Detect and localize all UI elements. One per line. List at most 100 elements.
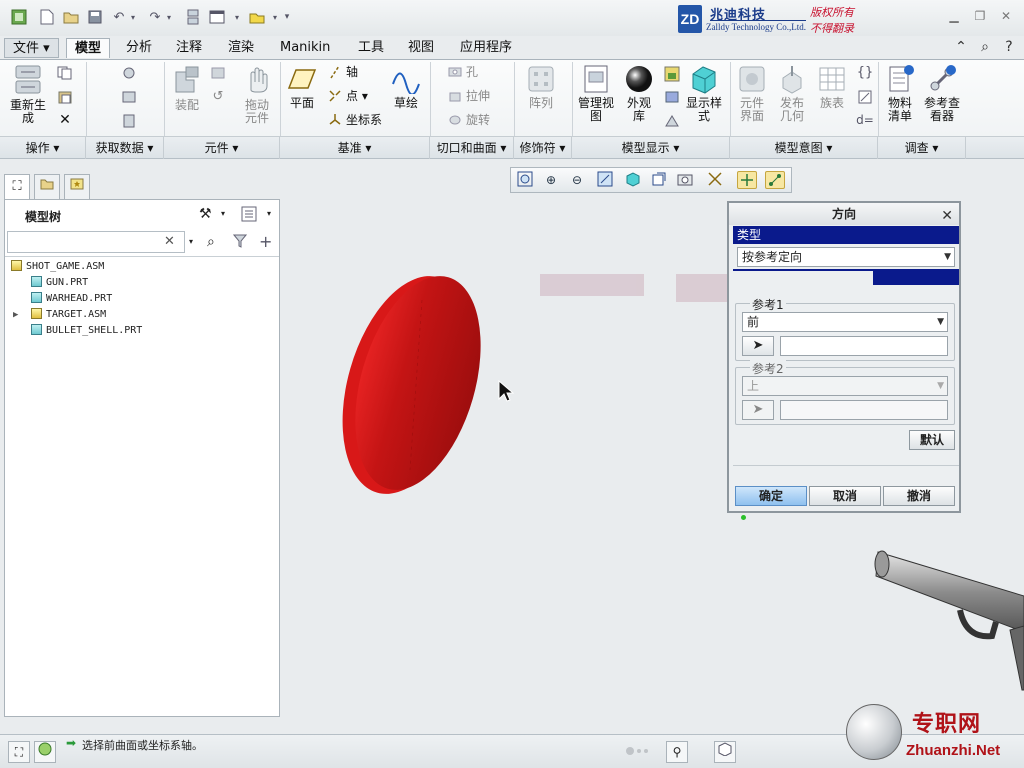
tree-item-target-asm[interactable]: TARGET.ASM: [31, 308, 106, 322]
bill-of-materials-button[interactable]: 物料清单: [882, 64, 918, 123]
type-select[interactable]: 按参考定向 ▼: [737, 247, 955, 267]
zoom-in-icon[interactable]: ⊕: [541, 171, 561, 189]
tab-tools[interactable]: 工具: [350, 38, 392, 58]
collapse-ribbon-icon[interactable]: ⌃: [952, 38, 970, 56]
datum-display-icon[interactable]: [705, 171, 725, 189]
help-icon[interactable]: ?: [1000, 38, 1018, 56]
repaint-icon[interactable]: [595, 171, 615, 189]
tab-applications[interactable]: 应用程序: [452, 38, 520, 58]
manage-views-button[interactable]: 管理视图: [576, 64, 616, 123]
windows-icon[interactable]: [208, 8, 226, 26]
section-icon[interactable]: [662, 90, 682, 107]
create-component-icon[interactable]: [208, 66, 228, 83]
view-manager-icon[interactable]: [675, 171, 695, 189]
group-get-data[interactable]: 获取数据 ▾: [86, 137, 164, 159]
tree-show-dropdown-icon[interactable]: ▾: [267, 209, 271, 218]
tab-manikin[interactable]: Manikin: [272, 38, 338, 58]
spin-center-icon[interactable]: [737, 171, 757, 189]
reference2-pick-button[interactable]: ➤: [742, 400, 774, 420]
filter-icon[interactable]: [232, 234, 248, 251]
tree-item-warhead-prt[interactable]: WARHEAD.PRT: [31, 292, 112, 306]
orient-icon[interactable]: [662, 114, 682, 131]
copy-geometry-icon[interactable]: [118, 90, 140, 107]
folder-browser-tab-icon[interactable]: [34, 174, 60, 200]
switch-dimensions-icon[interactable]: [856, 90, 874, 107]
save-icon[interactable]: [86, 8, 104, 26]
tree-settings-icon[interactable]: ⚒: [199, 206, 212, 222]
paste-icon[interactable]: [54, 90, 76, 107]
tab-view[interactable]: 视图: [400, 38, 442, 58]
default-button[interactable]: 默认: [909, 430, 955, 450]
display-style-icon[interactable]: [623, 171, 643, 189]
repeat-icon[interactable]: ↺: [208, 90, 228, 103]
group-modifiers[interactable]: 修饰符 ▾: [514, 137, 572, 159]
group-model-intent[interactable]: 模型意图 ▾: [730, 137, 878, 159]
search-dropdown-icon[interactable]: ▾: [189, 237, 193, 246]
extrude-button[interactable]: 拉伸: [448, 88, 490, 104]
zoom-out-icon[interactable]: ⊖: [567, 171, 587, 189]
new-file-icon[interactable]: [38, 8, 56, 26]
axis-button[interactable]: 轴: [328, 64, 358, 80]
appearance-gallery-button[interactable]: 外观库: [622, 64, 656, 123]
clear-search-icon[interactable]: ✕: [164, 234, 175, 249]
file-menu[interactable]: 文件 ▾: [4, 38, 59, 58]
undo-dropdown-icon[interactable]: ▾: [124, 8, 142, 26]
saved-orientations-icon[interactable]: [649, 171, 669, 189]
group-model-display[interactable]: 模型显示 ▾: [572, 137, 730, 159]
tree-show-icon[interactable]: [241, 206, 257, 225]
copy-icon[interactable]: [54, 66, 76, 83]
tree-search-input[interactable]: ✕: [7, 231, 185, 253]
open-folder-icon[interactable]: [62, 8, 80, 26]
family-table-button[interactable]: 族表: [814, 64, 850, 110]
hole-button[interactable]: 孔: [448, 64, 478, 80]
relations-icon[interactable]: d=: [856, 114, 874, 127]
reference1-select[interactable]: 前 ▼: [742, 312, 948, 332]
delete-icon[interactable]: ✕: [54, 113, 76, 127]
model-tree-tab-icon[interactable]: ⛶: [4, 174, 30, 200]
group-cuts-surfaces[interactable]: 切口和曲面 ▾: [430, 137, 514, 159]
reference2-field[interactable]: [780, 400, 948, 420]
close-icon[interactable]: ✕: [998, 8, 1014, 24]
pattern-button[interactable]: 阵列: [522, 64, 560, 110]
tree-settings-dropdown-icon[interactable]: ▾: [221, 209, 225, 218]
redo-dropdown-icon[interactable]: ▾: [160, 8, 178, 26]
reference-viewer-button[interactable]: 参考查看器: [922, 64, 962, 123]
show-navigator-icon[interactable]: ⛶: [8, 741, 30, 763]
tab-analysis[interactable]: 分析: [118, 38, 160, 58]
tree-item-shot-game-asm[interactable]: SHOT_GAME.ASM: [11, 260, 104, 274]
favorites-tab-icon[interactable]: [64, 174, 90, 200]
ok-button[interactable]: 确定: [735, 486, 807, 506]
user-defined-feature-icon[interactable]: [118, 66, 140, 83]
display-style-button[interactable]: 显示样式: [684, 64, 724, 123]
gun-model[interactable]: [872, 540, 1024, 700]
cancel-button[interactable]: 取消: [809, 486, 881, 506]
coordinate-system-button[interactable]: 坐标系: [328, 112, 382, 128]
tab-annotate[interactable]: 注释: [168, 38, 210, 58]
add-column-icon[interactable]: +: [259, 232, 272, 251]
plane-button[interactable]: 平面: [284, 64, 320, 110]
close-window-icon[interactable]: [248, 8, 266, 26]
undo-button[interactable]: 撤消: [883, 486, 955, 506]
revolve-button[interactable]: 旋转: [448, 112, 490, 128]
minimize-icon[interactable]: ▁: [946, 8, 962, 24]
drag-components-button[interactable]: 拖动元件: [240, 64, 274, 125]
find-icon[interactable]: ⌕: [207, 234, 215, 250]
tree-item-bullet-shell-prt[interactable]: BULLET_SHELL.PRT: [31, 324, 142, 338]
publish-geometry-button[interactable]: 发布几何: [774, 64, 810, 123]
component-interface-button[interactable]: 元件界面: [734, 64, 770, 123]
restore-icon[interactable]: ❐: [972, 8, 988, 24]
reference1-pick-button[interactable]: ➤: [742, 336, 774, 356]
group-investigate[interactable]: 调查 ▾: [878, 137, 966, 159]
scene-icon[interactable]: [662, 66, 682, 85]
refit-icon[interactable]: [515, 171, 535, 189]
show-browser-icon[interactable]: [34, 741, 56, 763]
assemble-button[interactable]: 装配: [170, 64, 204, 112]
windows-dropdown-icon[interactable]: ▾: [228, 8, 246, 26]
expand-target-icon[interactable]: ▶: [13, 308, 18, 322]
shrinkwrap-icon[interactable]: [118, 114, 140, 131]
customize-toolbar-icon[interactable]: ▾: [278, 8, 296, 26]
sketch-button[interactable]: 草绘: [388, 64, 424, 110]
search-icon[interactable]: ⌕: [976, 38, 994, 56]
group-operations[interactable]: 操作 ▾: [0, 137, 86, 159]
dialog-close-icon[interactable]: ✕: [941, 205, 953, 227]
